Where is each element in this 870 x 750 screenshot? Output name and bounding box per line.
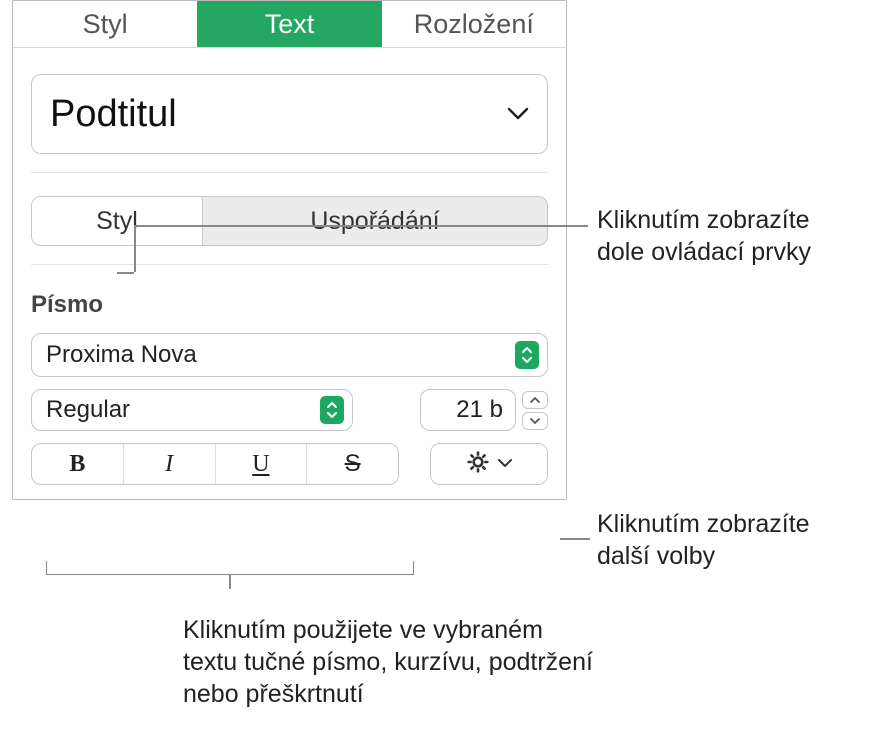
popup-arrows-icon	[515, 341, 539, 369]
font-size-field[interactable]: 21 b	[420, 389, 516, 431]
tab-style[interactable]: Styl	[13, 1, 197, 47]
segmented-style[interactable]: Styl	[32, 197, 202, 245]
chevron-down-icon	[507, 107, 529, 121]
callout-bracket	[46, 561, 414, 575]
font-section-label: Písmo	[31, 291, 548, 319]
gear-icon	[466, 450, 490, 479]
bold-button[interactable]: B	[32, 444, 123, 484]
callout-bius: Kliknutím použijete ve vybraném textu tu…	[183, 614, 603, 710]
stepper-down-button[interactable]	[522, 412, 548, 430]
callout-connector	[117, 272, 134, 274]
divider	[31, 172, 548, 173]
segmented-layout[interactable]: Uspořádání	[202, 197, 547, 245]
callout-connector	[134, 225, 588, 227]
advanced-options-button[interactable]	[430, 443, 548, 485]
strikethrough-button[interactable]: S	[306, 444, 398, 484]
font-family-popup[interactable]: Proxima Nova	[31, 333, 548, 377]
callout-segmented: Kliknutím zobrazíte dole ovládací prvky	[597, 204, 862, 268]
font-weight-popup[interactable]: Regular	[31, 389, 353, 431]
divider	[31, 264, 548, 265]
tab-layout[interactable]: Rozložení	[382, 1, 566, 47]
paragraph-style-popup[interactable]: Podtitul	[31, 74, 548, 154]
chevron-down-icon	[497, 455, 513, 473]
italic-button[interactable]: I	[123, 444, 215, 484]
callout-connector	[560, 538, 590, 540]
text-style-group: B I U S	[31, 443, 399, 485]
font-size-stepper	[522, 389, 548, 431]
underline-button[interactable]: U	[215, 444, 307, 484]
style-layout-segmented: Styl Uspořádání	[31, 196, 548, 246]
top-tabs: Styl Text Rozložení	[13, 1, 566, 48]
paragraph-style-label: Podtitul	[50, 93, 177, 136]
tab-text[interactable]: Text	[197, 1, 381, 47]
font-family-value: Proxima Nova	[46, 341, 197, 369]
callout-bracket-stem	[229, 575, 231, 589]
format-inspector-panel: Styl Text Rozložení Podtitul Styl Uspořá…	[12, 0, 567, 500]
callout-advanced: Kliknutím zobrazíte další volby	[597, 508, 862, 572]
callout-connector	[134, 225, 136, 272]
stepper-up-button[interactable]	[522, 391, 548, 409]
font-weight-value: Regular	[46, 396, 130, 424]
font-size-value: 21 b	[456, 396, 503, 424]
popup-arrows-icon	[320, 396, 344, 424]
